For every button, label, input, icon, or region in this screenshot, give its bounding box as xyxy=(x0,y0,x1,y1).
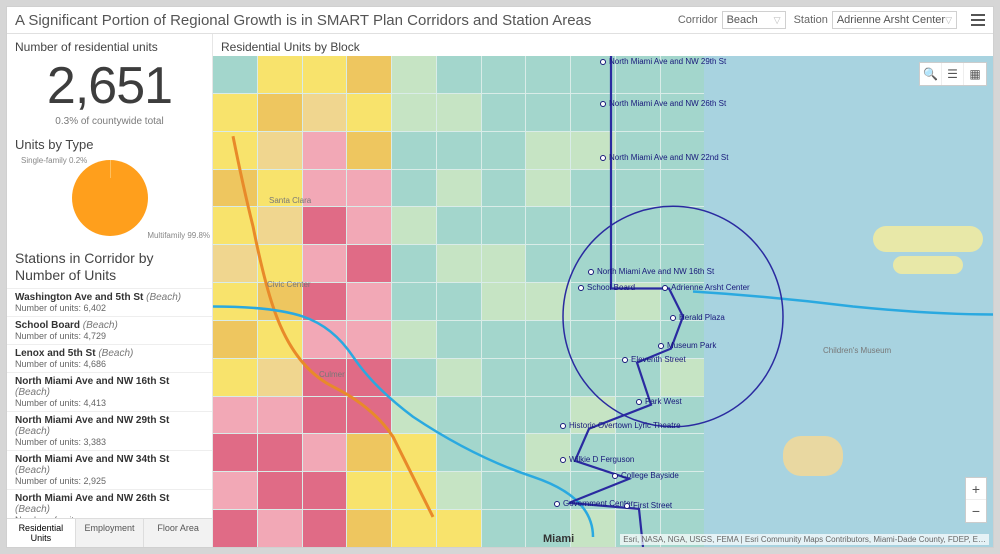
map-poi-label: Children's Museum xyxy=(823,346,891,355)
map-station-dot[interactable] xyxy=(624,503,630,509)
station-list-item[interactable]: North Miami Ave and NW 34th St (Beach)Nu… xyxy=(7,451,212,490)
map-station-dot[interactable] xyxy=(662,285,668,291)
page-title: A Significant Portion of Regional Growth… xyxy=(15,12,670,29)
tab-floor-area[interactable]: Floor Area xyxy=(144,519,212,547)
search-icon[interactable]: 🔍 xyxy=(920,63,942,85)
kpi-title: Number of residential units xyxy=(7,34,212,56)
map-station-dot[interactable] xyxy=(600,59,606,65)
zoom-out-button[interactable]: − xyxy=(966,500,986,522)
units-by-type-chart: Single-family 0.2% Multifamily 99.8% xyxy=(7,154,212,242)
tab-employment[interactable]: Employment xyxy=(76,519,145,547)
donut-label-sf: Single-family 0.2% xyxy=(21,156,87,165)
chevron-down-icon: ▽ xyxy=(774,15,781,26)
map-station-dot[interactable] xyxy=(554,501,560,507)
station-value: Adrienne Arsht Center xyxy=(837,14,945,26)
map-station-dot[interactable] xyxy=(670,315,676,321)
stations-list[interactable]: Washington Ave and 5th St (Beach)Number … xyxy=(7,288,212,518)
corridor-value: Beach xyxy=(727,14,758,26)
menu-icon[interactable] xyxy=(965,14,985,26)
units-by-type-title: Units by Type xyxy=(7,131,212,154)
corridor-select[interactable]: Beach ▽ xyxy=(722,11,786,29)
map[interactable]: North Miami Ave and NW 29th StNorth Miam… xyxy=(213,56,993,547)
zoom-in-button[interactable]: + xyxy=(966,478,986,500)
city-label: Miami xyxy=(543,533,574,545)
map-station-dot[interactable] xyxy=(600,155,606,161)
map-poi-label: Culmer xyxy=(319,370,345,379)
chevron-down-icon: ▽ xyxy=(945,15,952,26)
corridor-label: Corridor xyxy=(678,14,718,26)
station-list-item[interactable]: Washington Ave and 5th St (Beach)Number … xyxy=(7,289,212,317)
station-label: Station xyxy=(794,14,828,26)
map-poi-label: Santa Clara xyxy=(269,196,311,205)
map-attribution: Esri, NASA, NGA, USGS, FEMA | Esri Commu… xyxy=(620,534,989,545)
tabs: Residential UnitsEmploymentFloor Area xyxy=(7,518,212,547)
map-station-dot[interactable] xyxy=(600,101,606,107)
map-title: Residential Units by Block xyxy=(213,34,993,56)
station-list-item[interactable]: School Board (Beach)Number of units: 4,7… xyxy=(7,317,212,345)
map-station-dot[interactable] xyxy=(622,357,628,363)
map-station-dot[interactable] xyxy=(612,473,618,479)
map-poi-label: Civic Center xyxy=(267,280,311,289)
map-toolbar: 🔍 ☰ ▦ xyxy=(919,62,987,86)
station-list-item[interactable]: North Miami Ave and NW 26th St (Beach)Nu… xyxy=(7,490,212,518)
map-station-dot[interactable] xyxy=(578,285,584,291)
station-list-item[interactable]: North Miami Ave and NW 16th St (Beach)Nu… xyxy=(7,373,212,412)
map-station-dot[interactable] xyxy=(560,457,566,463)
station-select[interactable]: Adrienne Arsht Center ▽ xyxy=(832,11,957,29)
kpi-value: 2,651 xyxy=(15,56,204,116)
basemap-icon[interactable]: ▦ xyxy=(964,63,986,85)
station-list-item[interactable]: Lenox and 5th St (Beach)Number of units:… xyxy=(7,345,212,373)
legend-icon[interactable]: ☰ xyxy=(942,63,964,85)
map-station-dot[interactable] xyxy=(560,423,566,429)
donut-label-mf: Multifamily 99.8% xyxy=(147,231,210,240)
kpi-subtext: 0.3% of countywide total xyxy=(15,116,204,127)
tab-residential-units[interactable]: Residential Units xyxy=(7,519,76,547)
map-overlay xyxy=(213,56,993,547)
zoom-control: + − xyxy=(965,477,987,523)
map-station-dot[interactable] xyxy=(588,269,594,275)
station-list-item[interactable]: North Miami Ave and NW 29th St (Beach)Nu… xyxy=(7,412,212,451)
map-station-dot[interactable] xyxy=(658,343,664,349)
stations-list-title: Stations in Corridor by Number of Units xyxy=(7,242,212,288)
map-station-dot[interactable] xyxy=(636,399,642,405)
